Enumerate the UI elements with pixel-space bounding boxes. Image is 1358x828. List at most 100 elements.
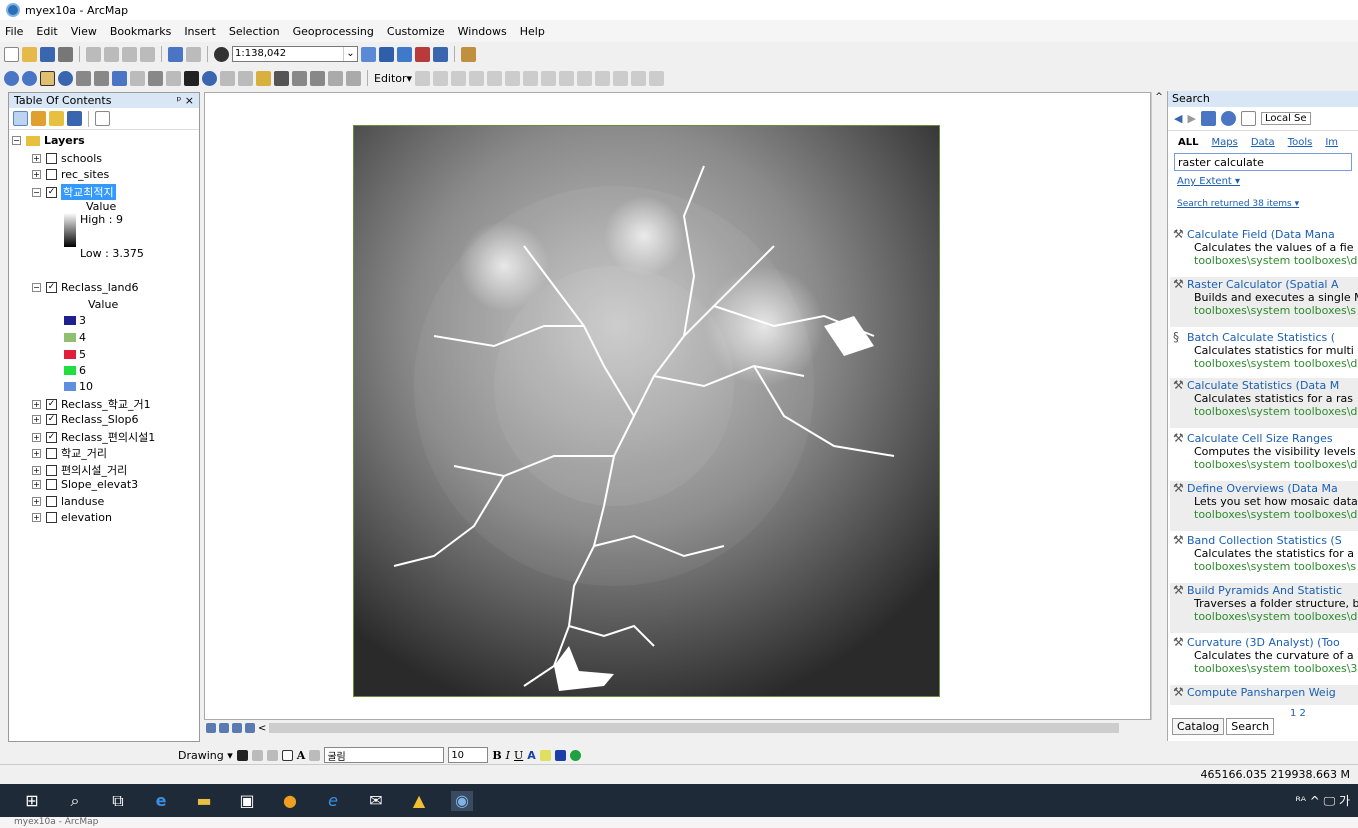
cut-icon[interactable] <box>86 46 101 62</box>
forward-icon[interactable] <box>130 70 145 86</box>
copy-icon[interactable] <box>104 46 119 62</box>
search-result[interactable]: ⚒ Calculate Statistics (Data M Calculates … <box>1170 378 1358 428</box>
view-options-icon[interactable] <box>1240 111 1256 126</box>
font-dropdown[interactable]: 굴림 <box>324 747 445 763</box>
layer-checkbox[interactable]: ✓ <box>46 398 57 410</box>
search-result[interactable]: ⚒ Calculate Cell Size Ranges Computes the … <box>1173 433 1358 470</box>
layers-root[interactable]: − Layers <box>12 134 85 147</box>
trace-icon[interactable] <box>487 70 503 86</box>
chrome-icon[interactable]: ● <box>279 791 301 811</box>
search-input[interactable]: raster calculate <box>1174 153 1352 171</box>
task-view-icon[interactable]: ⧉ <box>107 791 129 811</box>
list-by-visibility-icon[interactable] <box>49 111 64 126</box>
arccatalog-icon[interactable]: ▲ <box>408 791 430 811</box>
search-result[interactable]: ⚒ Band Collection Statistics (S Calculates… <box>1173 535 1358 572</box>
layer-item[interactable]: + ✓ Reclass_Slop6 <box>32 413 138 426</box>
find-icon[interactable] <box>274 70 289 86</box>
windows-start-icon[interactable]: ⊞ <box>21 791 43 811</box>
rotate-icon[interactable] <box>595 70 611 86</box>
menu-bookmarks[interactable]: Bookmarks <box>110 25 171 38</box>
layout-view-icon[interactable] <box>206 723 216 733</box>
expand-icon[interactable]: + <box>32 448 41 458</box>
zoom-out-icon[interactable] <box>22 70 37 86</box>
layer-checkbox[interactable] <box>46 479 57 490</box>
editor-menu[interactable]: Editor▾ <box>374 72 412 85</box>
list-by-drawing-order-icon[interactable] <box>13 111 28 126</box>
fill-color-icon[interactable] <box>539 749 551 761</box>
layer-checkbox[interactable] <box>46 169 57 180</box>
find-route-icon[interactable] <box>292 70 307 86</box>
menu-edit[interactable]: Edit <box>36 25 57 38</box>
search-result[interactable]: ⚒ Build Pyramids And Statistic Traverses a… <box>1170 583 1358 633</box>
internet-explorer-icon[interactable]: e <box>322 791 344 811</box>
store-icon[interactable]: ▣ <box>236 791 258 811</box>
layer-item[interactable]: − ✓ Reclass_land6 <box>32 281 138 294</box>
menu-insert[interactable]: Insert <box>184 25 216 38</box>
expand-icon[interactable]: + <box>32 415 41 424</box>
tab-tools[interactable]: Tools <box>1288 137 1313 148</box>
layer-checkbox[interactable]: ✓ <box>46 282 57 293</box>
marker-color-icon[interactable] <box>569 749 581 761</box>
search-result[interactable]: ⚒ Curvature (3D Analyst) (Too Calculates t… <box>1173 637 1358 674</box>
straight-segment-icon[interactable] <box>451 70 467 86</box>
cut-polygons-icon[interactable] <box>559 70 575 86</box>
list-by-selection-icon[interactable] <box>67 111 82 126</box>
scroll-up-icon[interactable]: ^ <box>1152 92 1166 102</box>
layer-checkbox[interactable] <box>46 496 57 507</box>
new-icon[interactable] <box>4 46 19 62</box>
layer-item[interactable]: + Slope_elevat3 <box>32 478 138 491</box>
table-of-contents-icon[interactable] <box>379 46 394 62</box>
layer-checkbox[interactable]: ✓ <box>46 186 57 198</box>
tab-all[interactable]: ALL <box>1178 137 1198 148</box>
data-view-icon[interactable] <box>219 723 229 733</box>
zoom-in-icon[interactable] <box>4 70 19 86</box>
split-icon[interactable] <box>577 70 593 86</box>
go-to-xy-icon[interactable] <box>310 70 325 86</box>
expand-icon[interactable]: + <box>32 170 41 179</box>
redo-icon[interactable] <box>186 46 201 62</box>
any-extent-dropdown[interactable]: Any Extent ▾ <box>1177 176 1349 187</box>
scrollbar-thumb[interactable] <box>269 723 1120 733</box>
map-horizontal-scrollbar[interactable]: < <box>204 720 1151 736</box>
edit-vertices-icon[interactable] <box>523 70 539 86</box>
search-tab[interactable]: Search <box>1226 718 1275 735</box>
viewer-icon[interactable] <box>346 70 361 86</box>
menu-view[interactable]: View <box>71 25 97 38</box>
underline-icon[interactable]: U <box>514 749 523 762</box>
delete-icon[interactable] <box>140 46 155 62</box>
attributes-icon[interactable] <box>613 70 629 86</box>
search-result[interactable]: § Batch Calculate Statistics (Calculates … <box>1173 332 1358 369</box>
rotate-icon[interactable] <box>251 749 263 761</box>
home-icon[interactable] <box>1200 111 1216 126</box>
search-result[interactable]: ⚒ Calculate Field (Data Mana Calculates th… <box>1173 229 1358 266</box>
search-icon[interactable]: ⌕ <box>64 791 86 811</box>
italic-icon[interactable]: I <box>506 749 510 762</box>
layer-checkbox[interactable]: ✓ <box>46 414 57 425</box>
map-vertical-scrollbar[interactable]: ^ <box>1151 92 1166 720</box>
map-scale-dropdown[interactable]: 1:138,042 ⌄ <box>232 46 358 62</box>
expand-icon[interactable]: + <box>32 399 41 409</box>
paste-icon[interactable] <box>122 46 137 62</box>
layer-item[interactable]: + landuse <box>32 495 104 508</box>
time-slider-icon[interactable] <box>328 70 343 86</box>
tab-maps[interactable]: Maps <box>1211 137 1237 148</box>
new-text-icon[interactable]: A <box>297 749 306 762</box>
menu-customize[interactable]: Customize <box>387 25 445 38</box>
expand-icon[interactable]: + <box>32 480 41 489</box>
collapse-icon[interactable]: − <box>32 283 41 292</box>
tab-images[interactable]: Im <box>1325 137 1338 148</box>
catalog-tab[interactable]: Catalog <box>1172 718 1225 735</box>
menu-geoprocessing[interactable]: Geoprocessing <box>293 25 374 38</box>
layer-checkbox[interactable] <box>46 512 57 523</box>
identify-icon[interactable] <box>202 70 217 86</box>
zoom-to-selected-icon[interactable] <box>266 749 278 761</box>
layer-item[interactable]: + 학교_거리 <box>32 445 107 461</box>
point-icon[interactable] <box>505 70 521 86</box>
menu-windows[interactable]: Windows <box>458 25 507 38</box>
reshape-icon[interactable] <box>541 70 557 86</box>
endpoint-arc-icon[interactable] <box>469 70 485 86</box>
back-icon[interactable] <box>112 70 127 86</box>
edge-icon[interactable]: e <box>150 791 172 811</box>
collapse-icon[interactable]: − <box>12 136 21 145</box>
expand-icon[interactable]: + <box>32 465 41 475</box>
